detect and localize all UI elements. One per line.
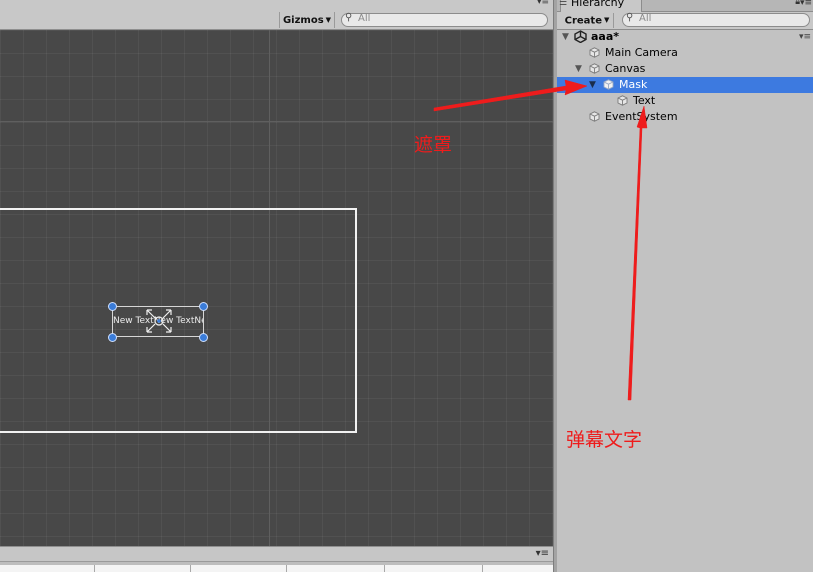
chevron-down-icon: ▼ xyxy=(603,16,610,24)
gizmos-dropdown[interactable]: Gizmos ▼ xyxy=(279,12,335,28)
scene-search-placeholder: All xyxy=(358,13,371,24)
search-icon: ⚲ xyxy=(345,12,353,23)
expand-arrow-icon[interactable]: ▼ xyxy=(575,61,582,77)
ruler-tick xyxy=(482,565,483,572)
hierarchy-item-label: Main Camera xyxy=(605,46,678,59)
hierarchy-scene-row[interactable]: ▼ aaa* ▾≡ xyxy=(557,29,813,45)
hierarchy-item-text[interactable]: Text xyxy=(557,93,813,109)
ruler-tick xyxy=(94,565,95,572)
gameobject-icon xyxy=(589,63,600,74)
panel-menu-icon[interactable]: ▾≡ xyxy=(536,548,549,559)
resize-handle-top-right[interactable] xyxy=(199,302,208,311)
gizmos-label: Gizmos xyxy=(282,15,324,26)
create-label: Create xyxy=(564,15,602,27)
bottom-panel: ▾≡ xyxy=(0,546,553,572)
hierarchy-search-input[interactable]: ⚲ All xyxy=(622,12,810,27)
search-icon: ⚲ xyxy=(626,12,634,23)
hierarchy-item-eventsystem[interactable]: EventSystem xyxy=(557,109,813,125)
hierarchy-item-canvas[interactable]: ▼ Canvas xyxy=(557,61,813,77)
hierarchy-search-placeholder: All xyxy=(639,13,652,24)
hierarchy-item-label: Canvas xyxy=(605,62,646,75)
ruler-tick xyxy=(286,565,287,572)
scene-axis-horizontal xyxy=(0,121,553,122)
gameobject-icon xyxy=(603,79,614,90)
annotation-text-label: 弹幕文字 xyxy=(566,429,643,451)
panel-menu-icon[interactable]: ▾≡ xyxy=(800,0,812,8)
pivot-gizmo-icon[interactable] xyxy=(145,308,173,334)
resize-handle-bottom-right[interactable] xyxy=(199,333,208,342)
hierarchy-item-mask[interactable]: ▼ Mask xyxy=(557,77,813,93)
gameobject-icon xyxy=(589,111,600,122)
hierarchy-item-label: Text xyxy=(633,94,656,107)
expand-arrow-icon[interactable]: ▼ xyxy=(562,29,569,45)
hierarchy-item-label: EventSystem xyxy=(605,110,678,123)
scene-name: aaa* xyxy=(591,30,620,43)
bottom-tab-strip: ▾≡ xyxy=(0,546,553,562)
ruler-tick xyxy=(384,565,385,572)
create-dropdown[interactable]: Create ▼ xyxy=(561,13,614,28)
hierarchy-item-main-camera[interactable]: Main Camera xyxy=(557,45,813,61)
scene-menu-icon[interactable]: ▾≡ xyxy=(799,29,811,45)
gameobject-icon xyxy=(589,47,600,58)
panel-menu-icon[interactable]: ▾≡ xyxy=(537,0,549,7)
hierarchy-tab-strip: ☰ Hierarchy 🔒︎ ▾≡ xyxy=(557,0,813,12)
scene-canvas[interactable]: New TextNew TextNe xyxy=(0,30,553,546)
unity-scene-icon xyxy=(574,30,587,43)
hierarchy-toolbar: Create ▼ ⚲ All xyxy=(557,12,813,30)
chevron-down-icon: ▼ xyxy=(325,16,332,24)
hierarchy-panel: ☰ Hierarchy 🔒︎ ▾≡ Create ▼ ⚲ All ▼ aaa* ▾… xyxy=(557,0,813,572)
scene-view-panel: ▾≡ Gizmos▼ ⚲ All New TextNew TextNe xyxy=(0,0,553,572)
gameobject-icon xyxy=(617,95,628,106)
scene-search-input[interactable]: ⚲ All xyxy=(341,12,548,27)
resize-handle-bottom-left[interactable] xyxy=(108,333,117,342)
scene-toolbar: Gizmos ▼ ⚲ All xyxy=(0,11,553,30)
tab-hierarchy[interactable]: ☰ Hierarchy xyxy=(559,0,642,12)
expand-arrow-icon[interactable]: ▼ xyxy=(589,77,596,93)
timeline-ruler xyxy=(0,565,553,572)
resize-handle-top-left[interactable] xyxy=(108,302,117,311)
ruler-tick xyxy=(190,565,191,572)
list-icon: ☰ xyxy=(559,0,568,8)
tab-hierarchy-label: Hierarchy xyxy=(571,0,625,9)
annotation-mask-label: 遮罩 xyxy=(414,134,453,156)
hierarchy-item-label: Mask xyxy=(619,78,648,91)
